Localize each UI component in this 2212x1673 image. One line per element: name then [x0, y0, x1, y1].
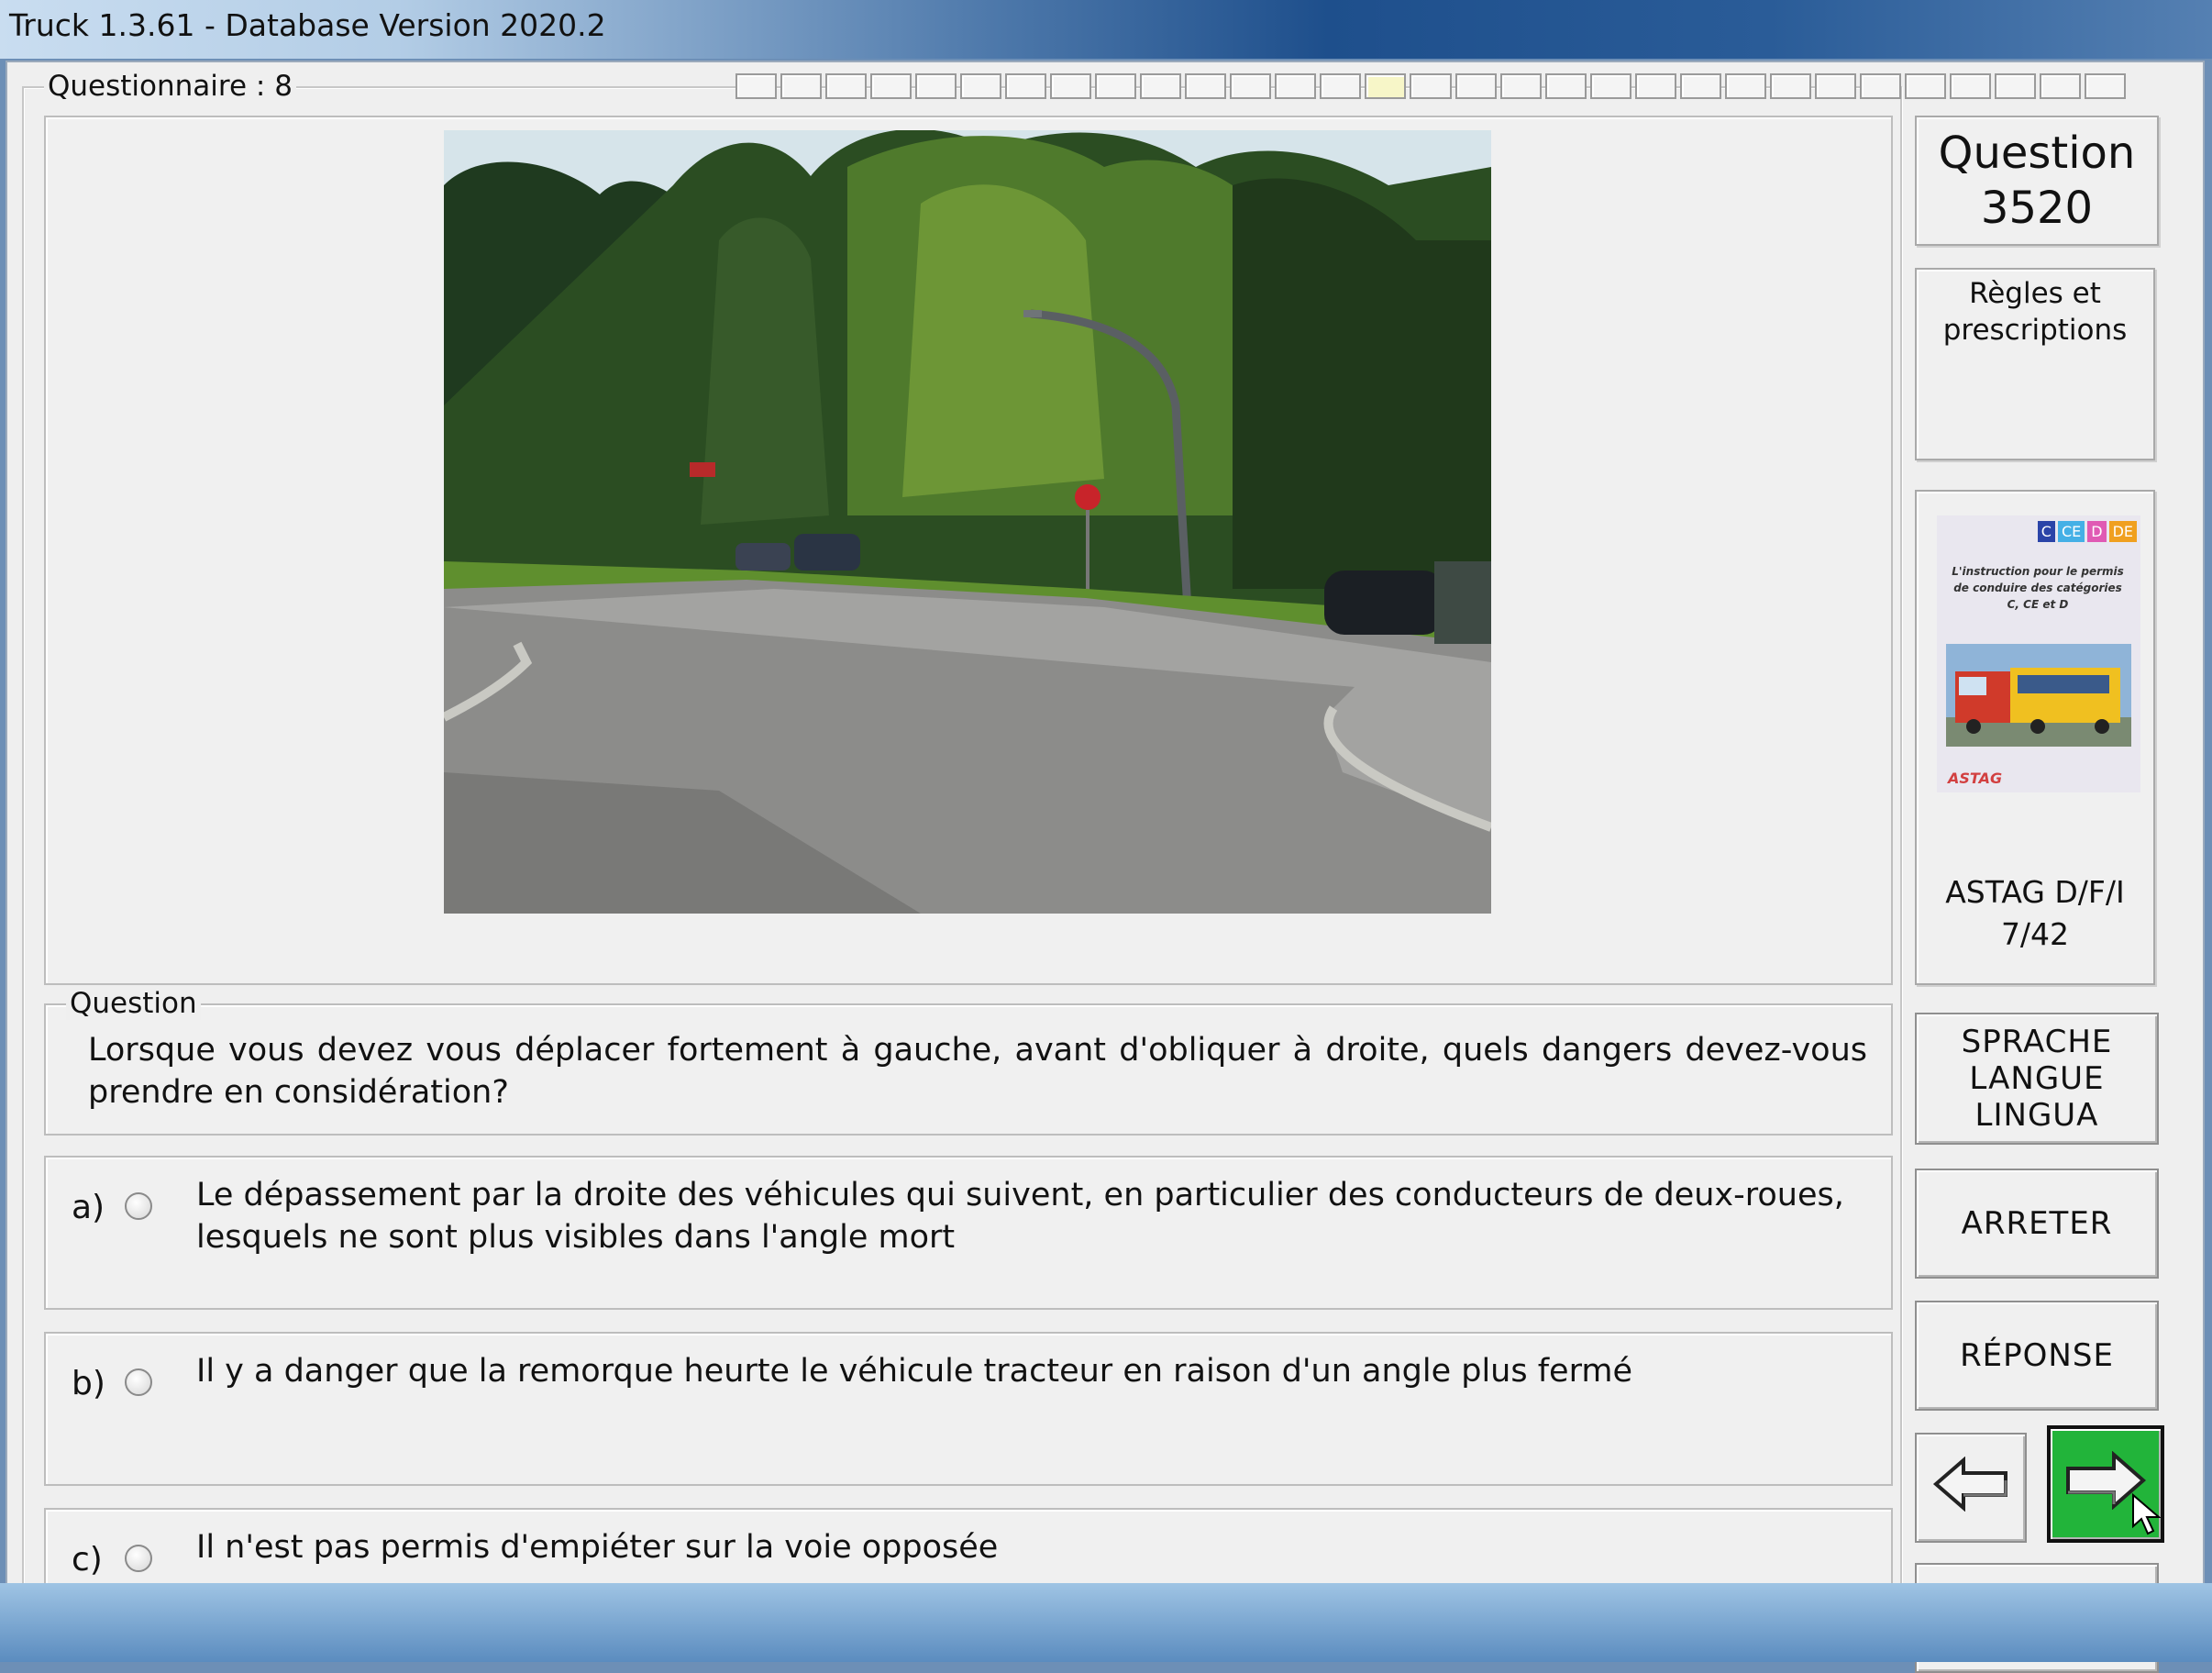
stop-button[interactable]: ARRETER — [1915, 1169, 2159, 1279]
answer-b-text: Il y a danger que la remorque heurte le … — [196, 1353, 1632, 1390]
progress-segment — [1814, 73, 1856, 99]
progress-segment — [825, 73, 868, 99]
progress-segment — [1994, 73, 2036, 99]
progress-segment — [1320, 73, 1362, 99]
book-reference: 7/42 — [2000, 916, 2070, 952]
badge-c: C — [2037, 521, 2055, 542]
badge-d: D — [2087, 521, 2107, 542]
answer-b-radio[interactable] — [125, 1368, 152, 1396]
progress-segment — [1589, 73, 1631, 99]
book-caption: ASTAG D/F/I 7/42 — [1945, 871, 2125, 956]
mouse-cursor-icon — [2131, 1492, 2162, 1539]
main-window: Questionnaire : 8 Question Lorsque vous … — [6, 61, 2205, 1673]
progress-segment — [1140, 73, 1182, 99]
answer-button[interactable]: RÉPONSE — [1915, 1301, 2159, 1411]
badge-de: DE — [2108, 521, 2137, 542]
answer-c-radio[interactable] — [125, 1545, 152, 1572]
progress-segment — [1050, 73, 1092, 99]
question-legend: Question — [66, 987, 201, 1020]
progress-segment — [1724, 73, 1766, 99]
book-cover-text: L'instruction pour le permis de conduire… — [1952, 565, 2124, 611]
question-number: 3520 — [1980, 183, 2094, 234]
answer-b-letter: b) — [72, 1365, 105, 1402]
progress-segment — [1095, 73, 1137, 99]
questionnaire-label: Questionnaire : 8 — [44, 70, 296, 103]
progress-segment — [2039, 73, 2081, 99]
badge-ce: CE — [2057, 521, 2085, 542]
progress-segment — [1410, 73, 1452, 99]
progress-segment — [1859, 73, 1901, 99]
category-box: Règles et prescriptions — [1915, 268, 2155, 460]
progress-segment — [1275, 73, 1317, 99]
progress-segment — [1185, 73, 1227, 99]
progress-segment — [1365, 73, 1407, 99]
question-text: Lorsque vous devez vous déplacer forteme… — [88, 1032, 1867, 1111]
answer-a-line2: lesquels ne sont plus visibles dans l'an… — [196, 1219, 956, 1256]
answer-a-letter: a) — [72, 1189, 105, 1226]
progress-segment — [960, 73, 1002, 99]
window-title: Truck 1.3.61 - Database Version 2020.2 — [9, 7, 606, 43]
progress-segment — [1634, 73, 1676, 99]
progress-segment — [1230, 73, 1272, 99]
progress-segment — [1499, 73, 1542, 99]
language-label-de: SPRACHE — [1961, 1024, 2113, 1060]
book-publisher: ASTAG D/F/I — [1945, 874, 2125, 910]
question-number-label: Question — [1938, 127, 2136, 179]
book-badges: C CE D DE — [2037, 521, 2137, 542]
question-number-box: Question 3520 — [1915, 116, 2159, 246]
progress-segment — [1904, 73, 1946, 99]
progress-segment — [915, 73, 957, 99]
progress-segment — [1949, 73, 1991, 99]
book-cover-truck-image — [1946, 644, 2131, 747]
progress-segment — [1544, 73, 1587, 99]
back-button[interactable] — [1915, 1433, 2027, 1543]
publisher-logo: ASTAG — [1948, 770, 2003, 787]
language-label-fr: LANGUE — [1969, 1060, 2105, 1097]
progress-bar — [735, 73, 2129, 99]
answer-a-text: Le dépassement par la droite des véhicul… — [196, 1174, 1847, 1258]
answer-c-text: Il n'est pas permis d'empiéter sur la vo… — [196, 1529, 999, 1566]
progress-segment — [1679, 73, 1721, 99]
book-cover-image: C CE D DE L'instruction pour le permis d… — [1937, 515, 2140, 792]
progress-segment — [780, 73, 823, 99]
language-button[interactable]: SPRACHE LANGUE LINGUA — [1915, 1013, 2159, 1145]
answer-c-letter: c) — [72, 1541, 103, 1579]
answer-a-line1: Le dépassement par la droite des véhicul… — [196, 1177, 1844, 1213]
category-text: Règles et prescriptions — [1942, 277, 2128, 347]
title-bar: Truck 1.3.61 - Database Version 2020.2 — [0, 0, 2212, 59]
progress-segment — [735, 73, 778, 99]
progress-segment — [1454, 73, 1497, 99]
taskbar-edge — [0, 1583, 2212, 1662]
progress-segment — [1769, 73, 1811, 99]
arrow-left-icon — [1932, 1456, 2009, 1520]
progress-segment — [2084, 73, 2126, 99]
language-label-it: LINGUA — [1974, 1097, 2099, 1134]
progress-segment — [1005, 73, 1047, 99]
question-photo — [444, 130, 1491, 914]
progress-segment — [870, 73, 912, 99]
answer-a-radio[interactable] — [125, 1192, 152, 1220]
